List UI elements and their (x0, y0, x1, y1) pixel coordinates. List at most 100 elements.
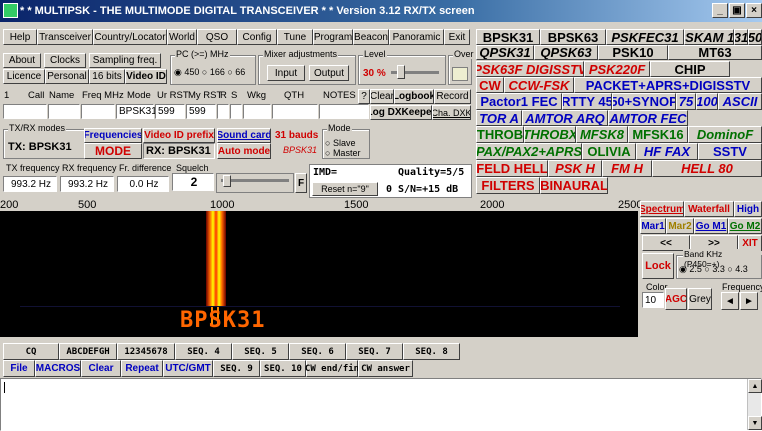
fr-difference-field[interactable]: 0.0 Hz (117, 176, 169, 192)
video-id-button[interactable]: Video ID (125, 69, 167, 84)
menu-config[interactable]: Config (237, 29, 277, 45)
macro-row2-button-9[interactable]: CW answer (358, 360, 413, 377)
menu-transceiver[interactable]: Transceiver (37, 29, 93, 45)
mode-50-synop-button[interactable]: 50+SYNOP (612, 93, 676, 110)
frequencies-button[interactable]: Frequencies (84, 128, 142, 143)
text-scrollbar[interactable]: ▲ ▼ (747, 379, 762, 430)
squelch-slider[interactable] (216, 173, 294, 193)
lock-button[interactable]: Lock (642, 253, 674, 279)
macro-row2-button-7[interactable]: SEQ. 10 (260, 360, 306, 377)
mode-psk10-button[interactable]: PSK10 (598, 45, 668, 60)
mixer-output-button[interactable]: Output (309, 65, 349, 81)
scroll-up-icon[interactable]: ▲ (748, 379, 762, 393)
reset-button[interactable]: Reset n="9" (312, 182, 378, 196)
macro-row2-button-3[interactable]: Clear (81, 360, 121, 377)
macro-row2-button-6[interactable]: SEQ. 9 (213, 360, 260, 377)
mar2-button[interactable]: Mar2 (666, 218, 694, 234)
mode-dominof-button[interactable]: DominoF (688, 126, 762, 143)
sound-card-button[interactable]: Sound card (217, 128, 271, 143)
my-rst-field[interactable]: 599 (186, 104, 216, 119)
mode-mfsk16-button[interactable]: MFSK16 (628, 126, 688, 143)
menu-beacon[interactable]: Beacon (353, 29, 389, 45)
mode-50-button[interactable]: 50 (748, 29, 762, 45)
mode-ccw-fsk-button[interactable]: CCW-FSK (504, 77, 574, 93)
slave-radio[interactable]: ○ Slave (325, 138, 355, 148)
menu-panoramic[interactable]: Panoramic (389, 29, 444, 45)
waterfall-display[interactable]: BPSK31 (0, 211, 638, 337)
macro-button-5[interactable]: SEQ. 5 (232, 343, 289, 360)
macro-row2-button-4[interactable]: Repeat (121, 360, 163, 377)
bits-button[interactable]: 16 bits (89, 69, 125, 84)
freq-left-icon[interactable]: ◄ (721, 292, 739, 310)
grey-button[interactable]: Grey (688, 288, 712, 310)
s-field[interactable] (230, 104, 242, 119)
level-slider-thumb[interactable] (397, 65, 405, 79)
licence-button[interactable]: Licence (3, 69, 45, 84)
macro-row2-button-1[interactable]: File (3, 360, 35, 377)
mode-psk-h-button[interactable]: PSK H (548, 160, 602, 177)
macro-button-7[interactable]: SEQ. 7 (346, 343, 403, 360)
pc-opt-450[interactable]: 450 (184, 67, 199, 77)
scroll-down-icon[interactable]: ▼ (748, 416, 762, 430)
sampling-freq-button[interactable]: Sampling freq. (89, 53, 161, 68)
logbook-button[interactable]: Logbook (394, 89, 434, 104)
mode-sstv-button[interactable]: SSTV (698, 143, 762, 160)
pc-options[interactable]: ◉ 450 ○ 166 ○ 66 (174, 67, 245, 78)
app-icon[interactable] (3, 3, 18, 18)
auto-mode-button[interactable]: Auto mode (217, 143, 271, 159)
title-bar[interactable]: * * MULTIPSK - THE MULTIMODE DIGITAL TRA… (0, 0, 762, 22)
personal-button[interactable]: Personal (45, 69, 89, 84)
mode-75-button[interactable]: 75 (676, 93, 696, 110)
freq-right-icon[interactable]: ► (740, 292, 758, 310)
record-button[interactable]: Record (434, 89, 471, 104)
cha-dxk-button[interactable]: Cha. DXK (432, 105, 471, 120)
mode-qpsk31-button[interactable]: QPSK31 (476, 45, 534, 60)
spectrum-button[interactable]: Spectrum (640, 201, 684, 217)
name-field[interactable] (48, 104, 80, 119)
macro-row2-button-5[interactable]: UTC/GMT (163, 360, 213, 377)
ur-rst-field[interactable]: 599 (155, 104, 185, 119)
tx-text-area[interactable]: ▲ ▼ (0, 378, 762, 431)
squelch-field[interactable]: 2 (172, 173, 214, 191)
macro-button-2[interactable]: ABCDEFGH (59, 343, 117, 360)
f-button[interactable]: F (295, 173, 307, 193)
mode-throbx-button[interactable]: THROBX (524, 126, 576, 143)
mode-pax-pax2-aprs-button[interactable]: PAX/PAX2+APRS (476, 143, 582, 160)
macro-button-1[interactable]: CQ (3, 343, 59, 360)
menu-program[interactable]: Program (313, 29, 353, 45)
menu-help[interactable]: Help (3, 29, 37, 45)
macro-button-6[interactable]: SEQ. 6 (289, 343, 346, 360)
mode-cw-button[interactable]: CW (476, 77, 504, 93)
qso-help-button[interactable]: ? (358, 89, 370, 104)
call-field[interactable] (3, 104, 47, 119)
about-button[interactable]: About (3, 53, 41, 68)
macro-row2-button-8[interactable]: CW end/fin (305, 360, 359, 377)
mode-100-button[interactable]: 100 (696, 93, 718, 110)
mixer-input-button[interactable]: Input (267, 65, 305, 81)
qso-clear-button[interactable]: Clear (370, 89, 394, 104)
color-spinner[interactable]: 10 (642, 292, 664, 308)
pc-opt-166[interactable]: 166 (210, 67, 225, 77)
menu-tune[interactable]: Tune (277, 29, 313, 45)
mode-mfsk8-button[interactable]: MFSK8 (576, 126, 628, 143)
mode-bpsk63-button[interactable]: BPSK63 (540, 29, 606, 45)
band-options[interactable]: ◉ 2.5 ○ 3.3 ○ 4.3 (679, 264, 748, 275)
mode-qpsk63-button[interactable]: QPSK63 (534, 45, 598, 60)
macro-button-4[interactable]: SEQ. 4 (175, 343, 232, 360)
mode-olivia-button[interactable]: OLIVIA (582, 143, 636, 160)
r-field[interactable] (217, 104, 229, 119)
mode-bpsk31-button[interactable]: BPSK31 (476, 29, 540, 45)
mode-filters-button[interactable]: FILTERS (476, 177, 540, 194)
mode-pskfec31-button[interactable]: PSKFEC31 (606, 29, 684, 45)
freq-field[interactable] (81, 104, 115, 119)
menu-exit[interactable]: Exit (444, 29, 470, 45)
mode-feld-hell-button[interactable]: FELD HELL (476, 160, 548, 177)
mode-pskam-10-button[interactable]: PSKAM 10 (684, 29, 734, 45)
mode-mt63-button[interactable]: MT63 (668, 45, 762, 60)
high-button[interactable]: High (734, 201, 762, 217)
mode-psk63f-digisstv-button[interactable]: PSK63F DIGISSTV (476, 61, 584, 77)
close-button[interactable]: × (746, 3, 762, 18)
menu-country-locator[interactable]: Country/Locator (93, 29, 167, 45)
mode-tor-a-button[interactable]: TOR A (476, 110, 522, 126)
agc-button[interactable]: AGC (665, 288, 687, 310)
